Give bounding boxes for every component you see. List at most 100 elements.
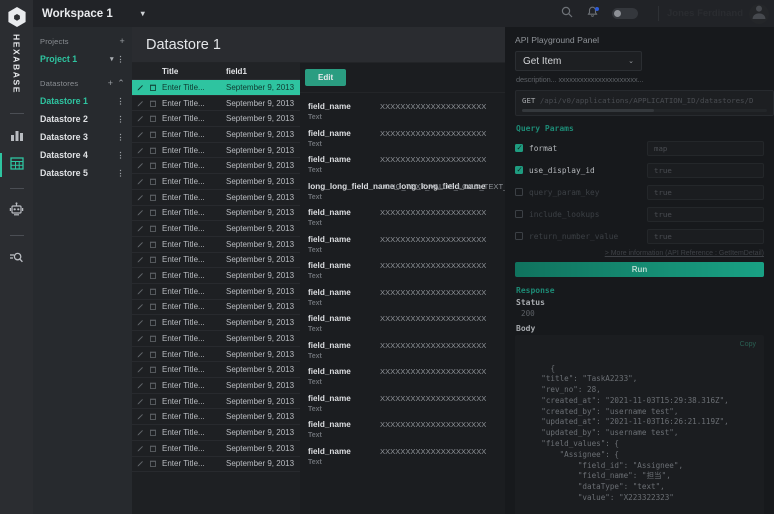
table-row[interactable]: Enter Title... September 9, 2013 [132,174,300,190]
notifications-button[interactable] [580,0,606,27]
query-param-value[interactable]: true [647,184,764,200]
trash-icon[interactable] [150,147,156,154]
sidebar-item-project-1[interactable]: Project 1 ▾ ⋮ [33,50,132,68]
pencil-icon[interactable] [137,272,144,279]
table-row[interactable]: Enter Title... September 9, 2013 [132,237,300,253]
trash-icon[interactable] [150,209,156,217]
pencil-icon[interactable] [137,209,144,216]
datastore-menu-icon[interactable]: ⋮ [117,133,126,142]
pencil-icon[interactable] [137,303,144,310]
table-row[interactable]: Enter Title... September 9, 2013 [132,457,300,473]
trash-icon[interactable] [150,256,156,264]
trash-icon[interactable] [150,335,156,342]
trash-icon[interactable] [150,413,156,421]
table-row[interactable]: Enter Title... September 9, 2013 [132,425,300,441]
table-row[interactable]: Enter Title... September 9, 2013 [132,409,300,426]
pencil-icon[interactable] [137,147,144,154]
table-row[interactable]: Enter Title... September 9, 2013 [132,221,300,237]
sidebar-item-datastore-4[interactable]: Datastore 4 ⋮ [33,146,132,164]
table-row[interactable]: Enter Title... September 9, 2013 [132,190,300,206]
pencil-icon[interactable] [137,162,144,169]
table-row[interactable]: Enter Title... September 9, 2013 [132,206,300,222]
edit-button[interactable]: Edit [305,69,347,86]
trash-icon[interactable] [150,194,156,201]
table-row[interactable]: Enter Title... September 9, 2013 [132,331,300,347]
trash-icon[interactable] [150,398,156,405]
pencil-icon[interactable] [137,131,144,138]
trash-icon[interactable] [150,351,156,358]
query-param-value[interactable]: true [647,228,764,244]
pencil-icon[interactable] [137,382,144,389]
table-row[interactable]: Enter Title... September 9, 2013 [132,284,300,300]
table-row[interactable]: Enter Title... September 9, 2013 [132,394,300,410]
workspace-selector[interactable]: Workspace 1 ▾ [33,0,155,27]
checkbox-include_lookups[interactable] [515,210,523,218]
table-row[interactable]: Enter Title... September 9, 2013 [132,127,300,143]
trash-icon[interactable] [150,84,156,91]
pencil-icon[interactable] [137,256,144,263]
table-row[interactable]: Enter Title... September 9, 2013 [132,253,300,269]
copy-button[interactable]: Copy [740,340,756,350]
table-row[interactable]: Enter Title... September 9, 2013 [132,362,300,379]
trash-icon[interactable] [150,319,156,327]
pencil-icon[interactable] [137,84,144,91]
rail-item-datastore[interactable] [0,151,33,179]
datastore-menu-icon[interactable]: ⋮ [117,97,126,106]
datastore-menu-icon[interactable]: ⋮ [117,115,126,124]
trash-icon[interactable] [150,225,156,233]
table-row[interactable]: Enter Title... September 9, 2013 [132,441,300,457]
pencil-icon[interactable] [137,288,144,295]
sidebar-item-datastore-3[interactable]: Datastore 3 ⋮ [33,128,132,146]
api-url-scrollbar[interactable] [522,109,767,112]
pencil-icon[interactable] [137,351,144,358]
pencil-icon[interactable] [137,445,144,452]
rail-item-search[interactable] [0,245,33,273]
search-button[interactable] [554,0,580,27]
rail-item-analytics[interactable] [0,123,33,151]
pencil-icon[interactable] [137,194,144,201]
trash-icon[interactable] [150,303,156,311]
query-param-value[interactable]: true [647,206,764,222]
pencil-icon[interactable] [137,398,144,405]
pencil-icon[interactable] [137,460,144,467]
avatar[interactable] [749,3,769,24]
table-row[interactable]: Enter Title... September 9, 2013 [132,347,300,363]
trash-icon[interactable] [150,115,156,123]
pencil-icon[interactable] [137,413,144,420]
trash-icon[interactable] [150,178,156,185]
trash-icon[interactable] [150,288,156,295]
pencil-icon[interactable] [137,178,144,185]
pencil-icon[interactable] [137,429,144,436]
project-menu-icon[interactable]: ⋮ [117,55,126,64]
checkbox-query_param_key[interactable] [515,188,523,196]
trash-icon[interactable] [150,366,156,374]
theme-toggle[interactable] [611,8,638,19]
trash-icon[interactable] [150,460,156,468]
pencil-icon[interactable] [137,100,144,107]
sidebar-item-datastore-2[interactable]: Datastore 2 ⋮ [33,110,132,128]
datastore-menu-icon[interactable]: ⋮ [117,151,126,160]
api-operation-select[interactable]: Get Item ⌄ [515,51,642,71]
checkbox-use_display_id[interactable] [515,165,523,175]
rail-item-automation[interactable] [0,198,33,226]
pencil-icon[interactable] [137,225,144,232]
sidebar-item-datastore-1[interactable]: Datastore 1 ⋮ [33,92,132,110]
table-row[interactable]: Enter Title... September 9, 2013 [132,111,300,128]
table-row[interactable]: Enter Title... September 9, 2013 [132,96,300,112]
pencil-icon[interactable] [137,115,144,122]
add-project-button[interactable]: + [120,36,125,46]
pencil-icon[interactable] [137,335,144,342]
table-row[interactable]: Enter Title... September 9, 2013 [132,158,300,175]
pencil-icon[interactable] [137,319,144,326]
add-datastore-button[interactable]: + [108,78,113,88]
trash-icon[interactable] [150,100,156,107]
pencil-icon[interactable] [137,241,144,248]
table-row[interactable]: Enter Title... September 9, 2013 [132,268,300,284]
table-row[interactable]: Enter Title... September 9, 2013 [132,300,300,316]
query-param-value[interactable]: map [647,140,764,156]
query-param-value[interactable]: true [647,162,764,178]
api-url-box[interactable]: GET /api/v0/applications/APPLICATION_ID/… [515,90,774,116]
more-information-link[interactable]: > More information (API Reference : GetI… [515,250,764,257]
table-row[interactable]: Enter Title... September 9, 2013 [132,378,300,394]
chevron-down-icon[interactable]: ▾ [110,55,114,63]
